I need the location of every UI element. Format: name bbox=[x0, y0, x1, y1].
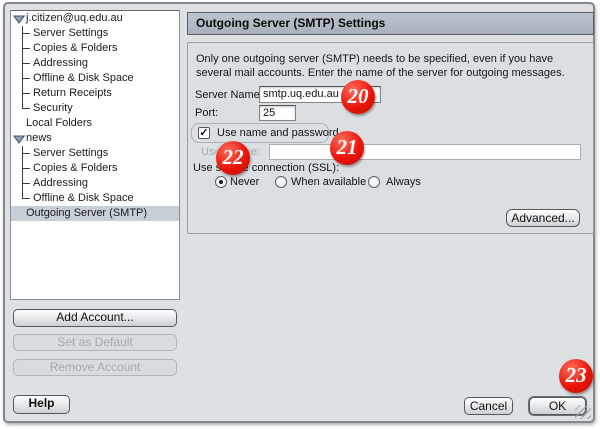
user-name-input[interactable] bbox=[269, 144, 581, 160]
ssl-label: Use secure connection (SSL): bbox=[193, 162, 339, 174]
ssl-radio-never[interactable] bbox=[215, 176, 227, 188]
tree-item-label: Offline & Disk Space bbox=[33, 191, 134, 206]
use-name-password-group[interactable]: ✓ Use name and password bbox=[191, 123, 329, 143]
panel-header: Outgoing Server (SMTP) Settings bbox=[187, 12, 594, 35]
tree-item-label: Local Folders bbox=[26, 116, 92, 131]
panel-description: Only one outgoing server (SMTP) needs to… bbox=[196, 52, 588, 80]
tree-item-label: Offline & Disk Space bbox=[33, 71, 134, 86]
tree-item-security[interactable]: Security bbox=[11, 101, 179, 116]
annotation-badge-21: 21 bbox=[330, 131, 364, 165]
annotation-badge-20: 20 bbox=[341, 80, 375, 114]
ssl-radio-label: Never bbox=[230, 176, 259, 188]
tree-item-return-receipts[interactable]: Return Receipts bbox=[11, 86, 179, 101]
add-account-button[interactable]: Add Account... bbox=[13, 309, 177, 327]
disclosure-triangle-icon[interactable] bbox=[13, 134, 25, 143]
account-tree[interactable]: j.citizen@uq.edu.auServer SettingsCopies… bbox=[10, 10, 180, 300]
tree-item-label: news bbox=[26, 131, 52, 146]
annotation-badge-23: 23 bbox=[559, 359, 593, 393]
resize-grip[interactable] bbox=[575, 405, 591, 419]
server-name-label: Server Name: bbox=[195, 89, 263, 101]
cancel-button[interactable]: Cancel bbox=[464, 397, 513, 415]
tree-item-server-settings[interactable]: Server Settings bbox=[11, 26, 179, 41]
disclosure-triangle-icon[interactable] bbox=[13, 14, 25, 23]
tree-item-label: Addressing bbox=[33, 176, 88, 191]
tree-item-copies-folders[interactable]: Copies & Folders bbox=[11, 161, 179, 176]
page: j.citizen@uq.edu.auServer SettingsCopies… bbox=[0, 0, 600, 429]
tree-item-label: Server Settings bbox=[33, 26, 108, 41]
tree-item-news[interactable]: news bbox=[11, 131, 179, 146]
use-name-password-label: Use name and password bbox=[217, 127, 339, 139]
tree-item-copies-folders[interactable]: Copies & Folders bbox=[11, 41, 179, 56]
tree-item-label: Addressing bbox=[33, 56, 88, 71]
tree-item-outgoing-server-smtp[interactable]: Outgoing Server (SMTP) bbox=[11, 206, 179, 221]
tree-item-label: Copies & Folders bbox=[33, 41, 117, 56]
tree-item-addressing[interactable]: Addressing bbox=[11, 176, 179, 191]
ssl-radio-when-available[interactable] bbox=[275, 176, 287, 188]
help-button[interactable]: Help bbox=[13, 395, 70, 414]
port-input[interactable]: 25 bbox=[259, 105, 296, 121]
account-settings-window: j.citizen@uq.edu.auServer SettingsCopies… bbox=[3, 2, 595, 423]
tree-item-addressing[interactable]: Addressing bbox=[11, 56, 179, 71]
tree-item-label: Server Settings bbox=[33, 146, 108, 161]
remove-account-button[interactable]: Remove Account bbox=[13, 359, 177, 376]
tree-item-j-citizen-uq-edu-au[interactable]: j.citizen@uq.edu.au bbox=[11, 11, 179, 26]
panel-header-title: Outgoing Server (SMTP) Settings bbox=[196, 16, 385, 30]
tree-item-local-folders[interactable]: Local Folders bbox=[11, 116, 179, 131]
smtp-settings-panel: Only one outgoing server (SMTP) needs to… bbox=[187, 42, 594, 234]
ssl-radio-always[interactable] bbox=[368, 176, 380, 188]
tree-item-label: Security bbox=[33, 101, 73, 116]
set-as-default-button[interactable]: Set as Default bbox=[13, 334, 177, 351]
tree-item-label: Return Receipts bbox=[33, 86, 112, 101]
tree-item-server-settings[interactable]: Server Settings bbox=[11, 146, 179, 161]
tree-item-offline-disk-space[interactable]: Offline & Disk Space bbox=[11, 71, 179, 86]
tree-item-label: Copies & Folders bbox=[33, 161, 117, 176]
tree-item-label: Outgoing Server (SMTP) bbox=[26, 206, 147, 221]
tree-item-offline-disk-space[interactable]: Offline & Disk Space bbox=[11, 191, 179, 206]
use-name-password-checkbox[interactable]: ✓ bbox=[198, 127, 210, 139]
advanced-button[interactable]: Advanced... bbox=[506, 209, 580, 227]
port-label: Port: bbox=[195, 107, 218, 119]
ssl-radio-label: Always bbox=[386, 176, 421, 188]
tree-item-label: j.citizen@uq.edu.au bbox=[26, 11, 123, 26]
ssl-radio-group: Never When available Always bbox=[188, 176, 593, 190]
annotation-badge-22: 22 bbox=[216, 141, 250, 175]
ssl-radio-label: When available bbox=[291, 176, 366, 188]
